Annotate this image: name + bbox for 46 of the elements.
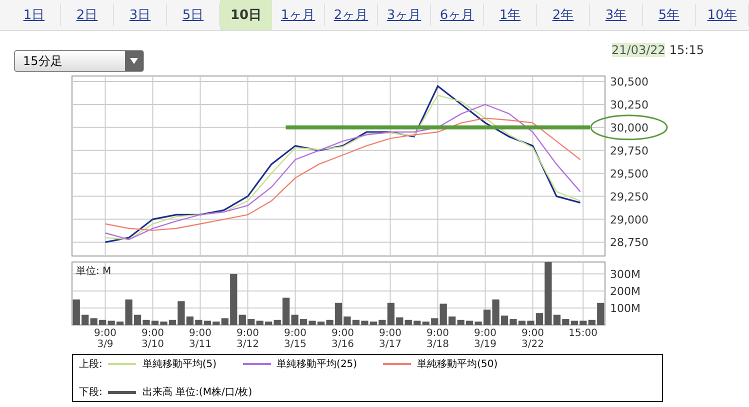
period-tab[interactable]: 1ヶ月 <box>272 4 325 26</box>
axis-label: 9:00 3/15 <box>284 328 306 349</box>
axis-label: 29,750 <box>610 144 648 158</box>
period-tab[interactable]: 1年 <box>484 4 537 26</box>
axis-label: 9:00 3/10 <box>142 328 164 349</box>
period-tab[interactable]: 10日 <box>220 0 272 30</box>
legend-text: 単純移動平均(50) <box>417 358 498 371</box>
legend-label: 上段: <box>79 358 102 371</box>
axis-label: 9:00 3/22 <box>522 328 544 349</box>
axis-label: 100M <box>610 302 640 315</box>
period-tab[interactable]: 10年 <box>696 4 749 26</box>
period-tab[interactable]: 6ヶ月 <box>431 4 484 26</box>
axis-label: 30,250 <box>610 98 648 112</box>
axis-label: 9:00 3/17 <box>379 328 402 349</box>
axis-label: 15:00 <box>568 328 598 339</box>
axis-label: 9:00 3/18 <box>426 328 449 349</box>
legend-text: 単純移動平均(5) <box>142 358 217 371</box>
legend-label: 下段: <box>79 386 102 399</box>
axis-label: 28,750 <box>610 236 648 250</box>
period-tab[interactable]: 2ヶ月 <box>325 4 378 26</box>
axis-label: 9:00 3/9 <box>94 328 116 349</box>
period-tab[interactable]: 2日 <box>61 4 114 26</box>
axis-label: 29,000 <box>610 213 648 226</box>
volume-bar <box>597 302 604 325</box>
axis-label: 30,500 <box>610 76 648 88</box>
period-tab[interactable]: 3ヶ月 <box>378 4 431 26</box>
interval-select[interactable]: 15分足 <box>14 50 144 72</box>
axis-label: 9:00 3/16 <box>332 328 354 349</box>
axis-label: 9:00 3/19 <box>474 328 496 349</box>
time-label: 15:15 <box>669 43 704 57</box>
axis-label: 9:00 3/12 <box>236 328 259 349</box>
axis-label: 200M <box>610 284 640 298</box>
legend-text: 出来高 単位:(M株/口/枚) <box>142 386 252 399</box>
period-tab[interactable]: 2年 <box>537 4 590 26</box>
period-tab[interactable]: 3日 <box>114 4 167 26</box>
unit-label: 単位: M <box>76 266 112 277</box>
period-tab[interactable]: 3年 <box>590 4 643 26</box>
axis-label: 9:00 3/11 <box>189 328 212 349</box>
period-tab[interactable]: 5年 <box>643 4 696 26</box>
axis-label: 300M <box>610 268 640 281</box>
legend-text: 単純移動平均(25) <box>276 358 358 371</box>
axis-label: 29,250 <box>610 190 648 204</box>
axis-label: 30,000 <box>610 121 648 134</box>
period-tab[interactable]: 1日 <box>8 4 61 26</box>
date-label: 21/03/22 <box>612 43 666 57</box>
axis-label: 29,500 <box>610 167 648 180</box>
